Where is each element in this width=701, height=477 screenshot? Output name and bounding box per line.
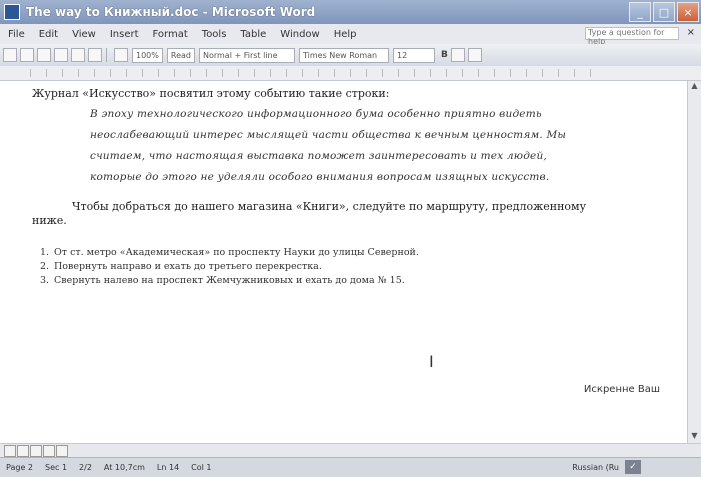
zoom-select[interactable]: 100% [132, 47, 163, 63]
scroll-up-icon[interactable]: ▲ [688, 81, 701, 93]
document-canvas[interactable]: Журнал «Искусство» посвятил этому событи… [0, 81, 688, 443]
style-select[interactable]: Normal + First line [198, 47, 295, 63]
scroll-down-icon[interactable]: ▼ [688, 431, 701, 443]
menu-edit[interactable]: Edit [39, 29, 58, 40]
minimize-button[interactable]: _ [629, 2, 651, 22]
status-pages: 2/2 [79, 463, 92, 472]
normal-view-icon[interactable] [4, 445, 16, 457]
word-app-icon[interactable] [4, 4, 20, 20]
status-page: Page 2 [6, 463, 33, 472]
quote-paragraph: В эпоху технологического информационного… [90, 108, 567, 183]
borders-icon[interactable] [467, 48, 482, 62]
list-item: 1. От ст. метро «Академическая» по проспе… [40, 247, 419, 258]
redo-icon[interactable] [88, 48, 102, 62]
menu-file[interactable]: File [8, 29, 25, 40]
save-icon[interactable] [37, 48, 51, 62]
font-size-select[interactable]: 12 [392, 47, 435, 63]
menu-bar: File Edit View Insert Format Tools Table… [0, 24, 701, 46]
status-line: Ln 14 [156, 463, 180, 472]
title-bar: The way to Книжный.doc - Microsoft Word … [0, 0, 701, 24]
intro-paragraph: Журнал «Искусство» посвятил этому событи… [32, 87, 390, 100]
menu-insert[interactable]: Insert [110, 29, 139, 40]
menu-view[interactable]: View [72, 29, 96, 40]
book-check-icon[interactable]: ✓ [625, 460, 641, 474]
horizontal-ruler[interactable] [0, 66, 701, 81]
status-bar: Page 2 Sec 1 2/2 At 10,7cm Ln 14 Col 1 R… [0, 457, 701, 477]
bold-button[interactable]: B [441, 50, 448, 60]
status-column: Col 1 [191, 463, 212, 472]
menu-table[interactable]: Table [240, 29, 266, 40]
status-language[interactable]: Russian (Ru [572, 463, 619, 472]
document-close-icon[interactable]: × [687, 27, 695, 38]
help-search-input[interactable]: Type a question for help [585, 27, 679, 46]
view-buttons [4, 445, 68, 457]
new-document-icon[interactable] [3, 48, 17, 62]
window-controls: _ □ × [629, 2, 699, 22]
word-window: The way to Книжный.doc - Microsoft Word … [0, 0, 701, 477]
list-item: 2. Повернуть направо и ехать до третьего … [40, 261, 322, 272]
document-body[interactable]: Журнал «Искусство» посвятил этому событи… [32, 87, 622, 288]
web-layout-icon[interactable] [17, 445, 29, 457]
text-cursor-icon: I [429, 352, 434, 371]
print-layout-icon[interactable] [30, 445, 42, 457]
formatting-toolbar: 100% Read Normal + First line Times New … [0, 44, 701, 67]
print-icon[interactable] [54, 48, 68, 62]
menu-help[interactable]: Help [334, 29, 357, 40]
status-section: Sec 1 [45, 463, 68, 472]
menu-window[interactable]: Window [280, 29, 319, 40]
close-button[interactable]: × [677, 2, 699, 22]
undo-icon[interactable] [71, 48, 85, 62]
signature-text: Искренне Ваш [583, 384, 660, 395]
read-mode-button[interactable]: Read [166, 47, 195, 63]
vertical-scrollbar[interactable]: ▲ ▼ [687, 81, 701, 443]
bullets-icon[interactable] [450, 48, 465, 62]
ruler-ticks [30, 69, 601, 77]
menu-format[interactable]: Format [153, 29, 188, 40]
status-at: At 10,7cm [103, 463, 145, 472]
route-paragraph: Чтобы добраться до нашего магазина «Книг… [32, 200, 587, 227]
open-folder-icon[interactable] [20, 48, 34, 62]
outline-view-icon[interactable] [43, 445, 55, 457]
list-item: 3. Свернуть налево на проспект Жемчужнико… [40, 275, 405, 286]
maximize-button[interactable]: □ [653, 2, 675, 22]
toolbar-divider [106, 48, 107, 62]
font-select[interactable]: Times New Roman [298, 47, 389, 63]
reading-layout-icon[interactable] [56, 445, 68, 457]
horizontal-scrollbar[interactable] [0, 443, 701, 458]
menu-tools[interactable]: Tools [202, 29, 227, 40]
window-title: The way to Книжный.doc - Microsoft Word [26, 5, 316, 19]
route-steps-list: 1. От ст. метро «Академическая» по проспе… [40, 246, 622, 288]
table-icon[interactable] [114, 48, 128, 62]
